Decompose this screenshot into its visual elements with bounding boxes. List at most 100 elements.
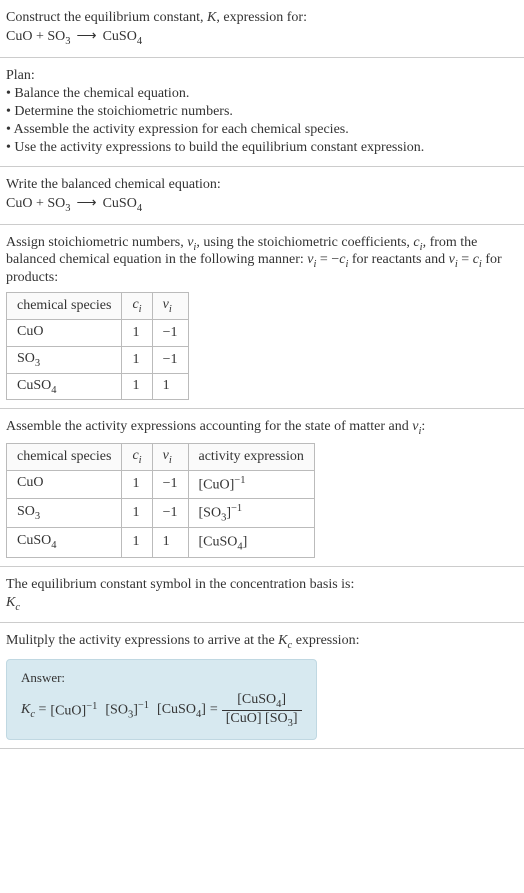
fraction: [CuSO4] [CuO] [SO3] [222, 692, 302, 729]
table-row: SO3 1 −1 [SO3]−1 [7, 498, 315, 527]
col-nu-sub: i [169, 304, 172, 315]
sp: CuO [17, 475, 43, 490]
col-c: ci [122, 444, 152, 471]
reactant-1: CuO [6, 196, 32, 211]
cell-species: CuO [7, 470, 122, 498]
sp: CuO [17, 324, 43, 339]
activity-text-a: Assemble the activity expressions accoun… [6, 419, 412, 434]
t3-close: ] [201, 702, 206, 717]
table-row: CuSO4 1 1 [7, 373, 189, 400]
t1-sup: −1 [86, 701, 97, 712]
stoich-table: chemical species ci νi CuO 1 −1 SO3 1 −1… [6, 292, 189, 400]
sp: CuSO [17, 378, 51, 393]
cell-activity: [CuSO4] [188, 528, 314, 557]
product-1-sub: 4 [137, 203, 142, 214]
plus: + [32, 196, 47, 211]
activity-table: chemical species ci νi activity expressi… [6, 443, 315, 557]
symbol-section: The equilibrium constant symbol in the c… [0, 567, 524, 624]
symbol-Kc: Kc [6, 595, 518, 613]
num: [CuSO [237, 692, 276, 707]
act-sup: −1 [234, 475, 245, 486]
cell-nu: −1 [152, 470, 188, 498]
answer-label: Answer: [21, 670, 302, 686]
sp: SO [17, 504, 35, 519]
plan-section: Plan: • Balance the chemical equation. •… [0, 58, 524, 167]
reactant-2: SO [47, 29, 65, 44]
col-c: ci [122, 293, 152, 320]
cell-nu: −1 [152, 346, 188, 373]
act: [CuSO [199, 535, 238, 550]
balanced-heading: Write the balanced chemical equation: [6, 177, 518, 193]
mult-text-a: Mulitply the activity expressions to arr… [6, 633, 278, 648]
table-header-row: chemical species ci νi activity expressi… [7, 444, 315, 471]
den: [CuO] [SO [226, 711, 288, 726]
answer-equation: Kc = [CuO]−1 [SO3]−1 [CuSO4] = [CuSO4] [… [21, 692, 302, 729]
balanced-section: Write the balanced chemical equation: Cu… [0, 167, 524, 225]
balanced-equation: CuO + SO3⟶CuSO4 [6, 195, 518, 214]
prompt-K: K [207, 10, 216, 25]
den-close: ] [293, 711, 298, 726]
table-header-row: chemical species ci νi [7, 293, 189, 320]
sp: CuSO [17, 533, 51, 548]
prompt-text-1: Construct the equilibrium constant, [6, 10, 207, 25]
cell-activity: [CuO]−1 [188, 470, 314, 498]
cell-c: 1 [122, 346, 152, 373]
product-1: CuSO [103, 29, 137, 44]
prompt-equation: CuO + SO3⟶CuSO4 [6, 28, 518, 47]
denominator: [CuO] [SO3] [222, 711, 302, 729]
stoich-text-b: , using the stoichiometric coefficients, [196, 235, 413, 250]
cell-c: 1 [122, 470, 152, 498]
activity-section: Assemble the activity expressions accoun… [0, 409, 524, 566]
eq-sign-2: = [210, 702, 218, 718]
activity-text: Assemble the activity expressions accoun… [6, 419, 518, 437]
col-nu: νi [152, 293, 188, 320]
col-activity: activity expression [188, 444, 314, 471]
term-3: [CuSO4] [157, 702, 206, 720]
reactant-1: CuO [6, 29, 32, 44]
table-row: CuSO4 1 1 [CuSO4] [7, 528, 315, 557]
sp-sub: 3 [35, 358, 40, 369]
multiply-text: Mulitply the activity expressions to arr… [6, 633, 518, 651]
col-species: chemical species [7, 293, 122, 320]
K-sub: c [15, 601, 20, 612]
stoich-section: Assign stoichiometric numbers, νi , using… [0, 225, 524, 410]
sp-sub: 3 [35, 511, 40, 522]
term-1: [CuO]−1 [50, 701, 97, 720]
plan-heading: Plan: [6, 68, 518, 84]
stoich-text-a: Assign stoichiometric numbers, [6, 235, 187, 250]
cell-species: CuO [7, 319, 122, 346]
t2: [SO [105, 703, 128, 718]
symbol-text: The equilibrium constant symbol in the c… [6, 577, 518, 593]
product-1: CuSO [103, 196, 137, 211]
reactant-2: SO [47, 196, 65, 211]
cell-c: 1 [122, 528, 152, 557]
stoich-text: Assign stoichiometric numbers, νi, using… [6, 235, 518, 287]
col-nu-sub: i [169, 455, 172, 466]
prompt-line: Construct the equilibrium constant, K, e… [6, 10, 518, 26]
sp-sub: 4 [51, 540, 56, 551]
plan-bullet-2: • Determine the stoichiometric numbers. [6, 104, 518, 120]
eq-sign: = [35, 702, 46, 717]
col-c-sub: i [139, 304, 142, 315]
cell-species: SO3 [7, 498, 122, 527]
cell-species: CuSO4 [7, 528, 122, 557]
cell-species: SO3 [7, 346, 122, 373]
cell-nu: 1 [152, 373, 188, 400]
cell-activity: [SO3]−1 [188, 498, 314, 527]
act: [SO [199, 505, 222, 520]
cell-c: 1 [122, 498, 152, 527]
numerator: [CuSO4] [222, 692, 302, 711]
product-1-sub: 4 [137, 36, 142, 47]
num-close: ] [281, 692, 286, 707]
sp: SO [17, 351, 35, 366]
table-row: CuO 1 −1 [7, 319, 189, 346]
cell-nu: 1 [152, 528, 188, 557]
prompt-section: Construct the equilibrium constant, K, e… [0, 0, 524, 58]
col-c-sub: i [139, 455, 142, 466]
arrow-icon: ⟶ [71, 28, 103, 45]
K-symbol: K [6, 595, 15, 610]
K-symbol: K [278, 633, 287, 648]
t2-sup: −1 [138, 700, 149, 711]
rel2-eq: = [458, 252, 473, 267]
plan-bullet-3: • Assemble the activity expression for e… [6, 122, 518, 138]
